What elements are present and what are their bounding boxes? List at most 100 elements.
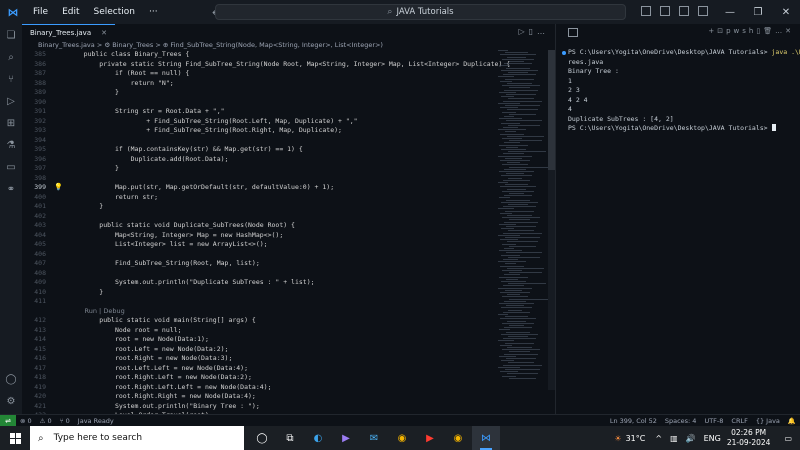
vscode-taskbar-icon[interactable]: ⋈ (472, 426, 500, 450)
java-projects-icon[interactable]: ⚭ (5, 184, 17, 196)
split-editor-icon[interactable]: ▯ (529, 27, 537, 36)
account-icon[interactable]: ◯ (5, 374, 17, 386)
explorer-icon[interactable]: ❏ (5, 30, 17, 42)
minimap-line (505, 237, 540, 238)
terminal-text: PS C:\Users\Yogita\OneDrive\Desktop\JAVA… (568, 48, 772, 56)
taskbar-search[interactable]: ⌕ Type here to search (30, 426, 244, 450)
media-player-icon[interactable]: ▶ (332, 426, 360, 450)
minimap-line (503, 153, 524, 155)
minimap-line (501, 254, 520, 256)
menu-file[interactable]: File (26, 7, 55, 17)
run-icon[interactable]: ▷ (518, 27, 528, 36)
more-icon[interactable]: … (775, 27, 785, 35)
cortana-icon[interactable]: ◯ (248, 426, 276, 450)
minimap-line (501, 175, 532, 177)
status-warnings[interactable]: ⚠ 0 (36, 417, 56, 425)
network-icon[interactable]: ▥ (670, 434, 678, 443)
minimap-line (507, 347, 532, 348)
edge-icon[interactable]: ◐ (304, 426, 332, 450)
code-line: 406 (22, 250, 492, 260)
minimap-line (498, 366, 520, 368)
tray-chevron-icon[interactable]: ^ (655, 434, 662, 443)
line-number: 409 (34, 278, 46, 286)
weather-icon: ☀ (614, 433, 622, 443)
tab-binary-trees[interactable]: Binary_Trees.java ✕ (22, 24, 115, 40)
menu-selection[interactable]: Selection (87, 7, 142, 17)
clock[interactable]: 02:26 PM 21-09-2024 (727, 428, 771, 448)
notification-center-icon[interactable]: ▭ (784, 434, 792, 443)
testing-icon[interactable]: ⚗ (5, 140, 17, 152)
extensions-icon[interactable]: ⊞ (5, 118, 17, 130)
mail-icon[interactable]: ✉ (360, 426, 388, 450)
terminal-shell-label[interactable]: pwsh (726, 27, 756, 35)
code-line: 421 System.out.println("Binary Tree : ")… (22, 402, 492, 412)
source-control-icon[interactable]: ⑂ (5, 74, 17, 86)
windows-logo-icon (9, 432, 21, 444)
minimap[interactable] (494, 50, 548, 390)
code-text: root.Right.Right = new Node(Data:4); (68, 392, 256, 400)
restore-icon[interactable]: ❐ (744, 0, 772, 24)
start-button[interactable] (0, 426, 30, 450)
minimap-line (509, 219, 530, 221)
close-icon[interactable]: ✕ (772, 0, 800, 24)
line-number: 390 (34, 97, 46, 106)
toggle-secondary-sidebar-icon[interactable] (679, 6, 689, 16)
minimize-icon[interactable]: — (716, 0, 744, 24)
more-actions-icon[interactable]: … (537, 27, 549, 36)
code-text: System.out.println("Duplicate SubTrees :… (68, 278, 315, 286)
codelens-run-debug[interactable]: Run | Debug (22, 307, 492, 317)
status-language[interactable]: {} Java (752, 417, 784, 425)
chrome-profile-icon[interactable]: ◉ (444, 426, 472, 450)
menu-edit[interactable]: Edit (55, 7, 86, 17)
status-spaces[interactable]: Spaces: 4 (661, 417, 701, 425)
chrome-icon[interactable]: ◉ (388, 426, 416, 450)
search-icon[interactable]: ⌕ (5, 52, 17, 64)
status-ports[interactable]: ⑂ 0 (56, 417, 74, 425)
status-encoding[interactable]: UTF-8 (700, 417, 727, 425)
minimap-line (502, 111, 516, 113)
customize-layout-icon[interactable] (698, 6, 708, 16)
minimap-line (504, 327, 532, 329)
run-debug-icon[interactable]: ▷ (5, 96, 17, 108)
remote-explorer-icon[interactable]: ▭ (5, 162, 17, 174)
toggle-sidebar-icon[interactable] (641, 6, 651, 16)
weather-temp[interactable]: 31°C (626, 434, 646, 443)
terminal-text: 4 (568, 105, 572, 113)
remote-icon[interactable]: ⇌ (0, 414, 16, 427)
minimap-line (509, 377, 536, 379)
kill-terminal-icon[interactable]: 🗑 (763, 27, 775, 35)
clock-date: 21-09-2024 (726, 438, 771, 447)
scrollbar-thumb[interactable] (548, 50, 555, 170)
command-center-search[interactable]: ⌕ JAVA Tutorials (215, 4, 626, 20)
volume-icon[interactable]: 🔊 (686, 434, 696, 443)
manage-gear-icon[interactable]: ⚙ (5, 396, 17, 408)
status-eol[interactable]: CRLF (727, 417, 751, 425)
line-number: 396 (34, 154, 46, 163)
close-tab-icon[interactable]: ✕ (101, 29, 107, 37)
minimap-line (507, 294, 520, 296)
terminal-output[interactable]: PS C:\Users\Yogita\OneDrive\Desktop\JAVA… (568, 48, 800, 134)
status-errors[interactable]: ⊗ 0 (16, 417, 36, 425)
language-indicator[interactable]: ENG (704, 434, 721, 443)
youtube-icon[interactable]: ▶ (416, 426, 444, 450)
status-java[interactable]: Java Ready (74, 417, 118, 425)
minimap-line (501, 307, 532, 309)
menu-more[interactable]: ··· (142, 7, 165, 17)
code-text: public static void Duplicate_SubTrees(No… (68, 221, 295, 229)
terminal-line: PS C:\Users\Yogita\OneDrive\Desktop\JAVA… (568, 124, 798, 134)
status-position[interactable]: Ln 399, Col 52 (606, 417, 661, 425)
task-view-icon[interactable]: ⧉ (276, 426, 304, 450)
new-terminal-icon[interactable]: + (708, 27, 717, 35)
notifications-bell-icon[interactable]: 🔔 (784, 417, 800, 425)
close-panel-icon[interactable]: ✕ (785, 27, 794, 35)
editor-scrollbar[interactable] (548, 50, 555, 390)
terminal-icon[interactable] (568, 27, 578, 37)
minimap-line (502, 243, 516, 245)
code-line: 401 } (22, 202, 492, 212)
breadcrumb[interactable]: Binary_Trees.java > ⚙ Binary_Trees > ⊕ F… (22, 40, 555, 50)
lightbulb-icon[interactable]: 💡 (54, 183, 63, 193)
terminal-command: java .\Binary_T (771, 48, 800, 56)
toggle-panel-icon[interactable] (660, 6, 670, 16)
code-area[interactable]: 385 public class Binary_Trees {386 priva… (22, 50, 510, 414)
code-line: 405 List<Integer> list = new ArrayList<>… (22, 240, 492, 250)
